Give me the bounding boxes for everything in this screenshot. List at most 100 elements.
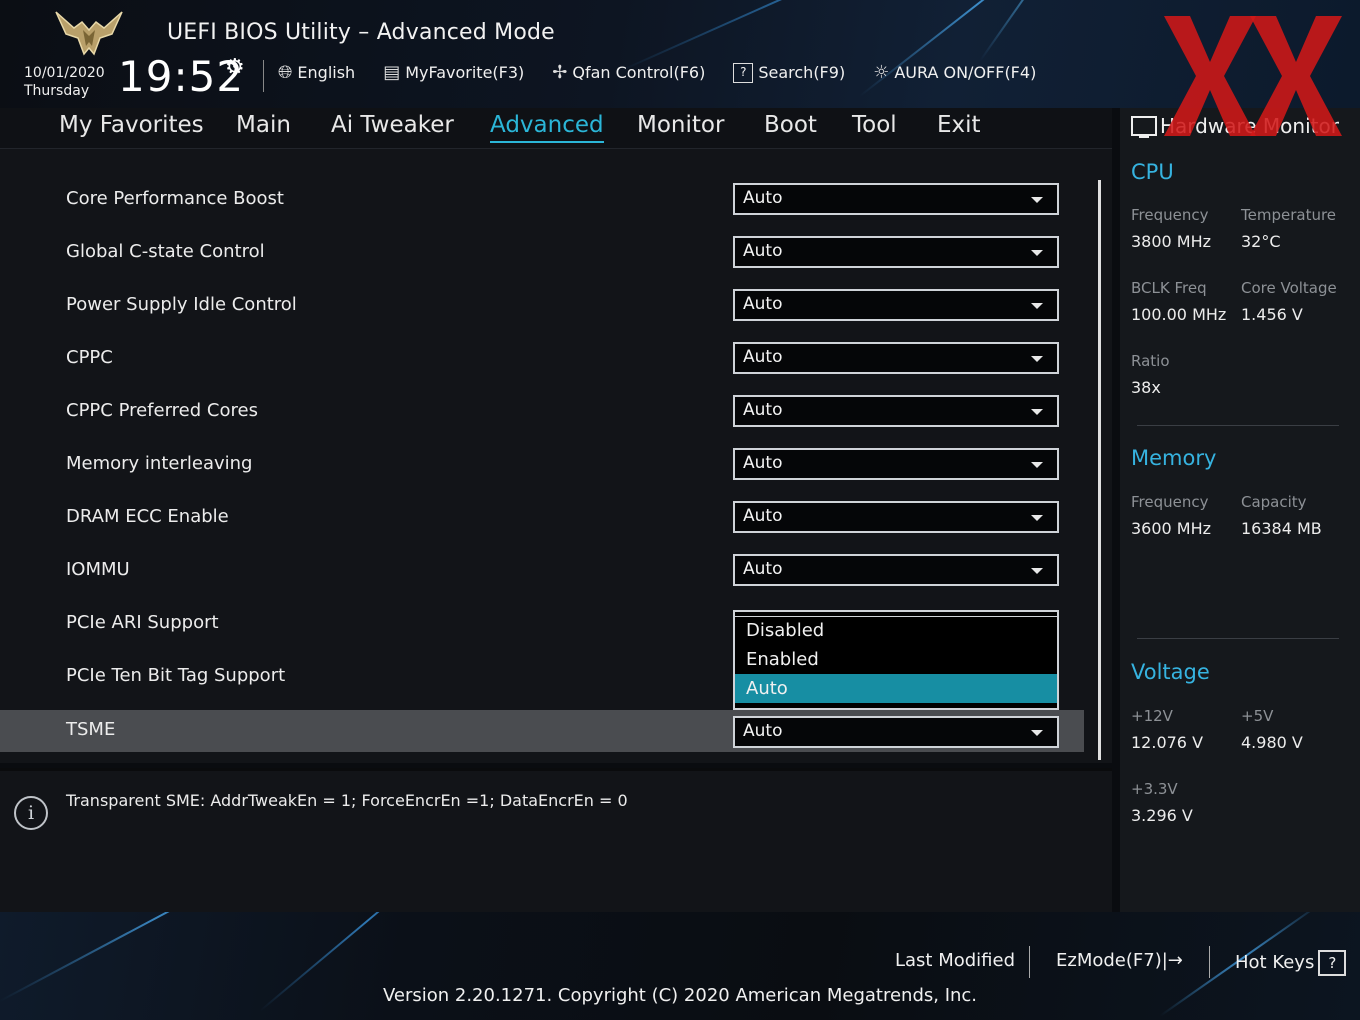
hot-keys-label: Hot Keys	[1235, 952, 1315, 973]
memory-frequency-label: Frequency	[1131, 493, 1209, 511]
tab-boot[interactable]: Boot	[764, 112, 817, 138]
setting-dropdown[interactable]: Auto	[733, 183, 1059, 215]
section-divider	[1137, 425, 1339, 426]
dropdown-value: Auto	[743, 347, 783, 367]
toolbar: 🌐︎ English ▤ MyFavorite(F3) ✢ Qfan Contr…	[278, 62, 1036, 83]
dropdown-value: Auto	[743, 559, 783, 579]
tab-monitor[interactable]: Monitor	[637, 112, 724, 138]
gear-icon[interactable]: ⚙	[225, 55, 245, 80]
myfavorite-label: MyFavorite(F3)	[405, 63, 525, 82]
version-text: Version 2.20.1271. Copyright (C) 2020 Am…	[382, 985, 978, 1006]
help-divider	[0, 768, 1112, 771]
setting-dropdown[interactable]: Auto	[733, 342, 1059, 374]
v12-value: 12.076 V	[1131, 733, 1204, 752]
voltage-heading: Voltage	[1131, 660, 1210, 684]
setting-dropdown[interactable]: Auto	[733, 501, 1059, 533]
main-nav: My Favorites Main Ai Tweaker Advanced Mo…	[0, 108, 1112, 149]
last-modified-button[interactable]: Last Modified	[895, 950, 1015, 971]
setting-label: Power Supply Idle Control	[66, 294, 297, 315]
dropdown-value: Auto	[743, 294, 783, 314]
myfavorite-button[interactable]: ▤ MyFavorite(F3)	[383, 62, 524, 83]
ratio-label: Ratio	[1131, 352, 1170, 370]
hot-keys-button[interactable]: Hot Keys?	[1235, 950, 1347, 976]
caret-down-icon	[1031, 568, 1043, 574]
memory-heading: Memory	[1131, 446, 1217, 470]
setting-dropdown[interactable]: Auto	[733, 236, 1059, 268]
watermark-logo	[1164, 16, 1342, 136]
setting-row-power-supply-idle-control[interactable]: Power Supply Idle Control Auto	[0, 284, 1084, 326]
help-text: Transparent SME: AddrTweakEn = 1; ForceE…	[66, 791, 628, 810]
help-icon: ?	[1318, 950, 1347, 976]
setting-label: IOMMU	[66, 559, 130, 580]
caret-down-icon	[1031, 409, 1043, 415]
caret-down-icon	[1031, 356, 1043, 362]
option-label: Auto	[746, 678, 788, 699]
aura-label: AURA ON/OFF(F4)	[894, 63, 1037, 82]
setting-row-cppc[interactable]: CPPC Auto	[0, 337, 1084, 379]
cpu-temperature-value: 32°C	[1241, 232, 1281, 251]
setting-row-memory-interleaving[interactable]: Memory interleaving Auto	[0, 443, 1084, 485]
scrollbar[interactable]	[1098, 180, 1101, 760]
cpu-frequency-value: 3800 MHz	[1131, 232, 1212, 251]
help-panel: i Transparent SME: AddrTweakEn = 1; Forc…	[0, 768, 1112, 912]
section-divider	[1137, 638, 1339, 639]
setting-label: CPPC Preferred Cores	[66, 400, 258, 421]
cpu-heading: CPU	[1131, 160, 1174, 184]
setting-label: DRAM ECC Enable	[66, 506, 229, 527]
setting-dropdown[interactable]: Auto	[733, 395, 1059, 427]
exit-arrow-icon: →	[1167, 950, 1183, 971]
v33-label: +3.3V	[1131, 780, 1178, 798]
cpu-temperature-label: Temperature	[1241, 206, 1337, 224]
setting-row-cppc-preferred-cores[interactable]: CPPC Preferred Cores Auto	[0, 390, 1084, 432]
caret-down-icon	[1031, 250, 1043, 256]
bclk-value: 100.00 MHz	[1131, 305, 1227, 324]
search-button[interactable]: ? Search(F9)	[733, 62, 845, 83]
setting-label: Global C-state Control	[66, 241, 265, 262]
tab-ai-tweaker[interactable]: Ai Tweaker	[331, 112, 454, 138]
option-label: Disabled	[746, 620, 825, 641]
setting-row-tsme[interactable]: TSME Auto	[0, 710, 1084, 752]
info-icon: i	[14, 796, 48, 830]
language-button[interactable]: 🌐︎ English	[278, 62, 355, 83]
option-disabled[interactable]: Disabled	[735, 616, 1057, 645]
day-text: Thursday	[24, 83, 90, 99]
setting-dropdown[interactable]: Auto	[733, 716, 1059, 748]
setting-row-global-c-state-control[interactable]: Global C-state Control Auto	[0, 231, 1084, 273]
aura-toggle-button[interactable]: ☼ AURA ON/OFF(F4)	[873, 62, 1036, 83]
tab-advanced[interactable]: Advanced	[490, 112, 604, 143]
setting-label: PCIe ARI Support	[66, 612, 219, 633]
search-label: Search(F9)	[758, 63, 846, 82]
app-title: UEFI BIOS Utility – Advanced Mode	[167, 20, 555, 45]
dropdown-value: Auto	[743, 188, 783, 208]
setting-row-dram-ecc-enable[interactable]: DRAM ECC Enable Auto	[0, 496, 1084, 538]
dropdown-options-list: Disabled Enabled Auto	[733, 610, 1059, 710]
setting-dropdown[interactable]: Auto	[733, 554, 1059, 586]
date-text: 10/01/2020	[24, 65, 105, 81]
ratio-value: 38x	[1131, 378, 1161, 397]
ezmode-button[interactable]: EzMode(F7)|→	[1056, 950, 1183, 971]
setting-row-core-performance-boost[interactable]: Core Performance Boost Auto	[0, 178, 1084, 220]
hardware-monitor-panel: Hardware Monitor CPU Frequency Temperatu…	[1120, 108, 1360, 912]
setting-dropdown[interactable]: Auto	[733, 289, 1059, 321]
tab-my-favorites[interactable]: My Favorites	[59, 112, 204, 138]
tab-tool[interactable]: Tool	[852, 112, 897, 138]
search-icon: ?	[733, 62, 754, 83]
qfan-control-label: Qfan Control(F6)	[572, 63, 706, 82]
option-enabled[interactable]: Enabled	[735, 645, 1057, 674]
qfan-control-button[interactable]: ✢ Qfan Control(F6)	[552, 62, 705, 83]
tab-exit[interactable]: Exit	[937, 112, 981, 138]
core-voltage-value: 1.456 V	[1241, 305, 1303, 324]
dropdown-value: Auto	[743, 400, 783, 420]
footer-separator	[1209, 946, 1210, 978]
tab-main[interactable]: Main	[236, 112, 291, 138]
setting-dropdown[interactable]: Auto	[733, 448, 1059, 480]
v12-label: +12V	[1131, 707, 1173, 725]
setting-row-iommu[interactable]: IOMMU Auto	[0, 549, 1084, 591]
v33-value: 3.296 V	[1131, 806, 1193, 825]
option-label: Enabled	[746, 649, 819, 670]
option-auto[interactable]: Auto	[735, 674, 1057, 703]
caret-down-icon	[1031, 462, 1043, 468]
setting-label: Core Performance Boost	[66, 188, 284, 209]
date-display: 10/01/2020 Thursday	[24, 64, 105, 100]
memory-frequency-value: 3600 MHz	[1131, 519, 1212, 538]
